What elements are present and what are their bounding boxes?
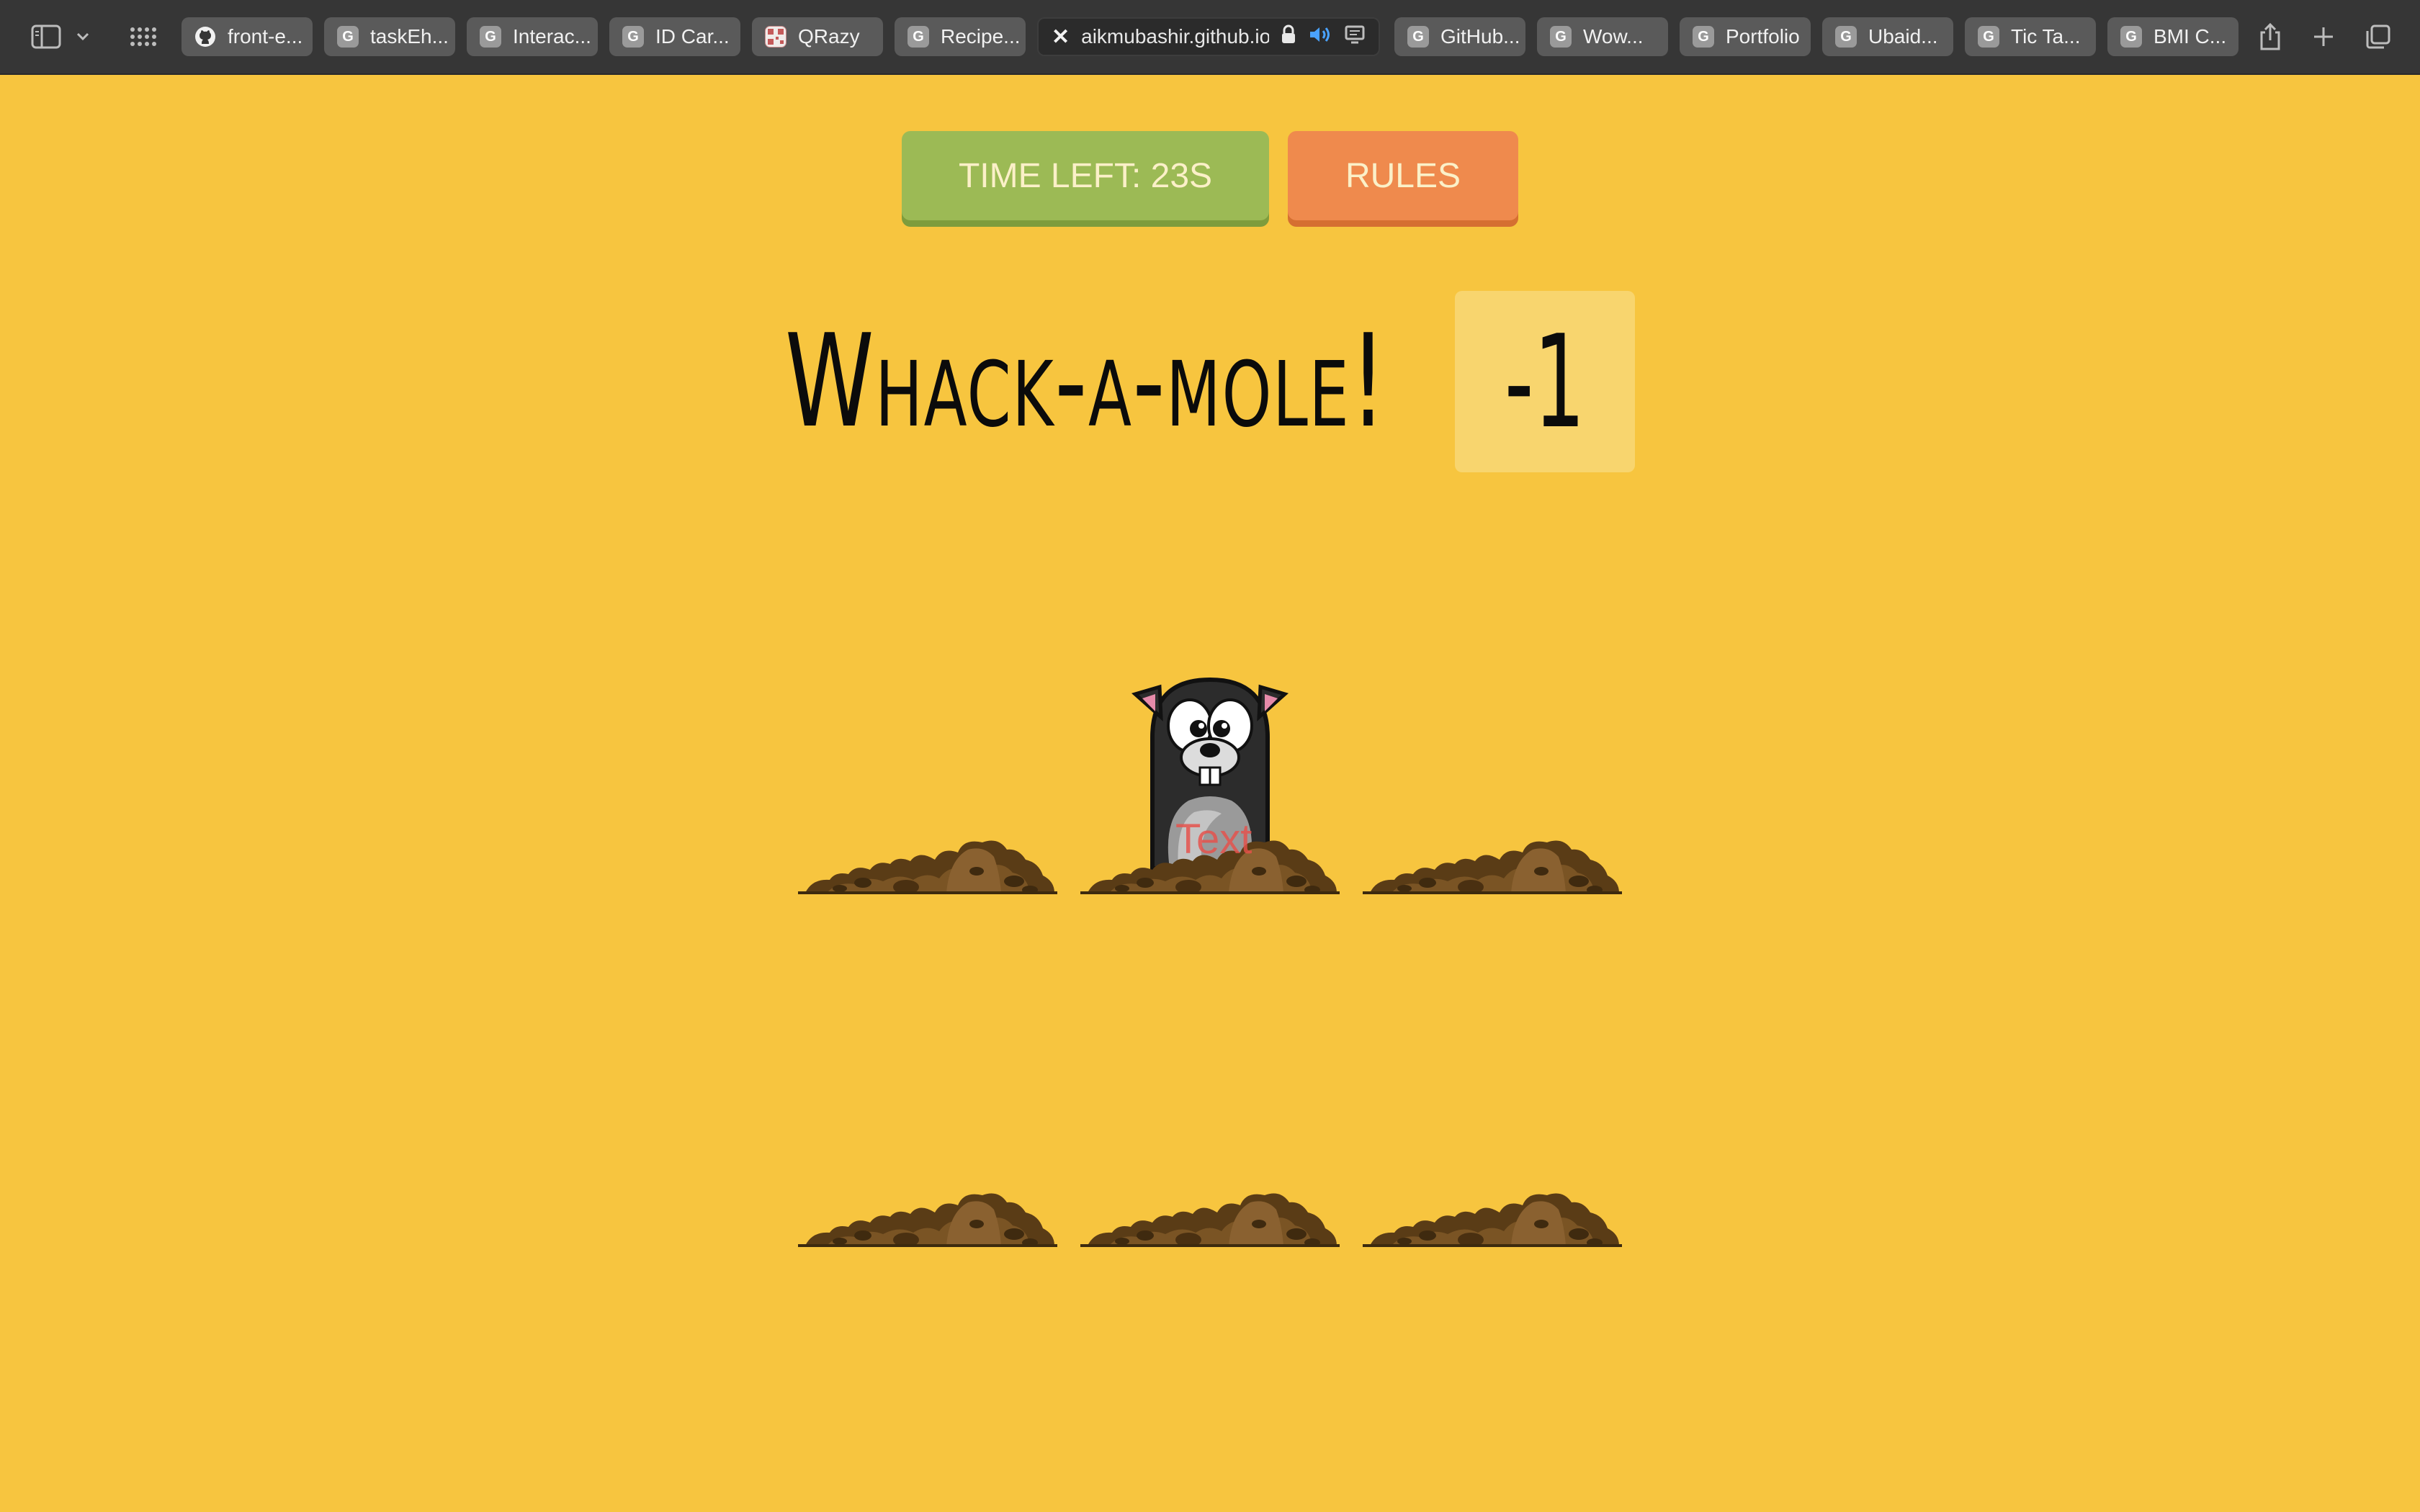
mole-hole-2[interactable]: Text (1080, 644, 1340, 903)
github-icon (194, 26, 216, 48)
letter-g-icon: G (908, 26, 929, 48)
tab-label: QRazy (798, 25, 860, 48)
lock-icon (1281, 24, 1296, 50)
letter-g-icon: G (622, 26, 644, 48)
tab-front-end[interactable]: front-e... (182, 17, 313, 56)
letter-g-icon: G (2120, 26, 2142, 48)
tab-label: Portfolio (1726, 25, 1800, 48)
sidebar-toggle-icon[interactable] (26, 16, 66, 58)
letter-g-icon: G (337, 26, 359, 48)
tab-overview-icon[interactable] (2361, 16, 2396, 58)
tab-label: Ubaid... (1868, 25, 1938, 48)
mole-hole-1[interactable] (798, 644, 1057, 903)
mole-hole-3[interactable] (1363, 644, 1622, 903)
mole-hole-4[interactable] (798, 996, 1057, 1256)
letter-g-icon: G (1835, 26, 1857, 48)
share-icon[interactable] (2253, 16, 2287, 58)
tab-label: Recipe... (941, 25, 1021, 48)
mole-character[interactable] (1080, 644, 1340, 903)
tab-bmi-calculator[interactable]: G BMI C... (2107, 17, 2238, 56)
letter-g-icon: G (1550, 26, 1572, 48)
tab-wow[interactable]: G Wow... (1537, 17, 1668, 56)
letter-g-icon: G (1407, 26, 1429, 48)
tab-task[interactable]: G taskEh... (324, 17, 455, 56)
tab-label: ID Car... (655, 25, 730, 48)
new-tab-plus-icon[interactable] (2306, 16, 2341, 58)
game-title: Whack-a-mole! (785, 307, 1388, 456)
tab-label: BMI C... (2154, 25, 2227, 48)
tab-qrazy[interactable]: QRazy (752, 17, 883, 56)
close-icon[interactable]: ✕ (1052, 24, 1070, 50)
tab-label: Interac... (513, 25, 591, 48)
tab-id-card[interactable]: G ID Car... (609, 17, 740, 56)
letter-g-icon: G (480, 26, 501, 48)
tab-github[interactable]: G GitHub... (1394, 17, 1525, 56)
tab-ubaid[interactable]: G Ubaid... (1822, 17, 1953, 56)
time-left-button[interactable]: TIME LEFT: 23S (902, 131, 1269, 220)
score-value: -1 (1505, 307, 1585, 456)
speaker-playing-icon[interactable] (1308, 24, 1332, 50)
mole-hole-6[interactable] (1363, 996, 1622, 1256)
letter-g-icon: G (1693, 26, 1714, 48)
reader-mode-icon[interactable] (1344, 24, 1366, 50)
tab-portfolio[interactable]: G Portfolio (1680, 17, 1811, 56)
mole-hole-5[interactable] (1080, 996, 1340, 1256)
tab-label: taskEh... (370, 25, 449, 48)
rules-button[interactable]: RULES (1288, 131, 1518, 220)
score-box: -1 (1455, 291, 1635, 472)
tab-overview-grid-icon[interactable] (125, 16, 161, 58)
tab-label: GitHub... (1440, 25, 1520, 48)
tab-recipe[interactable]: G Recipe... (895, 17, 1026, 56)
tab-url: aikmubashir.github.io (1081, 25, 1269, 48)
tab-label: Tic Ta... (2011, 25, 2081, 48)
tab-label: front-e... (228, 25, 303, 48)
tab-interactive[interactable]: G Interac... (467, 17, 598, 56)
qr-favicon-icon (765, 26, 786, 48)
tab-active-whack-a-mole[interactable]: ✕ aikmubashir.github.io (1037, 17, 1380, 56)
chevron-down-icon[interactable] (71, 16, 95, 58)
tab-tic-tac-toe[interactable]: G Tic Ta... (1965, 17, 2096, 56)
tab-label: Wow... (1583, 25, 1644, 48)
letter-g-icon: G (1978, 26, 1999, 48)
browser-toolbar: front-e... G taskEh... G Interac... G ID… (0, 0, 2420, 75)
